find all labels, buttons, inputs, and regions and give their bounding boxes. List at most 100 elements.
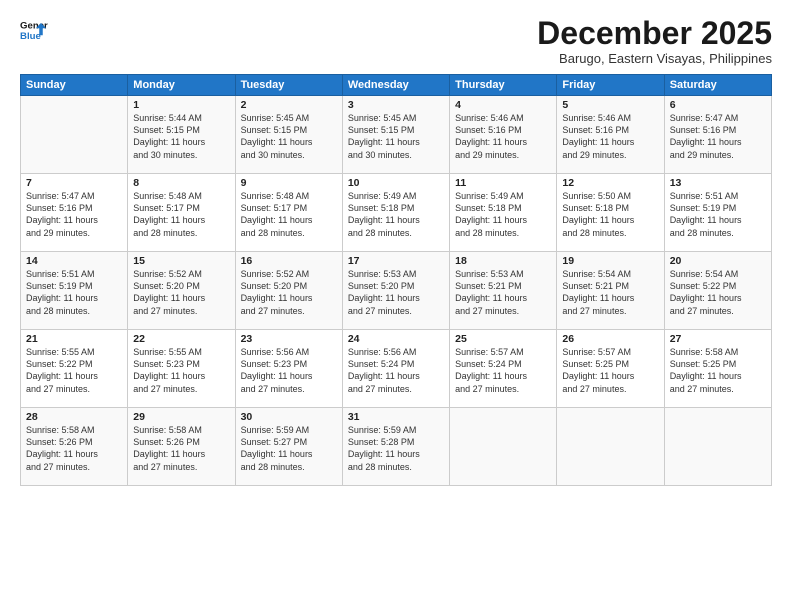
day-number: 29 (133, 411, 229, 423)
calendar-cell: 7Sunrise: 5:47 AM Sunset: 5:16 PM Daylig… (21, 174, 128, 252)
day-number: 6 (670, 99, 766, 111)
day-number: 22 (133, 333, 229, 345)
day-info: Sunrise: 5:52 AM Sunset: 5:20 PM Dayligh… (133, 268, 229, 317)
day-info: Sunrise: 5:51 AM Sunset: 5:19 PM Dayligh… (26, 268, 122, 317)
svg-text:Blue: Blue (20, 31, 41, 42)
calendar-cell: 13Sunrise: 5:51 AM Sunset: 5:19 PM Dayli… (664, 174, 771, 252)
day-info: Sunrise: 5:50 AM Sunset: 5:18 PM Dayligh… (562, 190, 658, 239)
day-info: Sunrise: 5:55 AM Sunset: 5:23 PM Dayligh… (133, 346, 229, 395)
calendar-cell: 27Sunrise: 5:58 AM Sunset: 5:25 PM Dayli… (664, 330, 771, 408)
calendar-cell: 10Sunrise: 5:49 AM Sunset: 5:18 PM Dayli… (342, 174, 449, 252)
day-info: Sunrise: 5:53 AM Sunset: 5:21 PM Dayligh… (455, 268, 551, 317)
day-info: Sunrise: 5:54 AM Sunset: 5:21 PM Dayligh… (562, 268, 658, 317)
calendar-cell: 18Sunrise: 5:53 AM Sunset: 5:21 PM Dayli… (450, 252, 557, 330)
svg-text:General: General (20, 20, 48, 31)
day-info: Sunrise: 5:56 AM Sunset: 5:24 PM Dayligh… (348, 346, 444, 395)
day-info: Sunrise: 5:56 AM Sunset: 5:23 PM Dayligh… (241, 346, 337, 395)
col-wednesday: Wednesday (342, 75, 449, 96)
calendar-cell (21, 96, 128, 174)
day-info: Sunrise: 5:58 AM Sunset: 5:26 PM Dayligh… (26, 424, 122, 473)
day-info: Sunrise: 5:48 AM Sunset: 5:17 PM Dayligh… (241, 190, 337, 239)
calendar-cell: 1Sunrise: 5:44 AM Sunset: 5:15 PM Daylig… (128, 96, 235, 174)
calendar-week-3: 14Sunrise: 5:51 AM Sunset: 5:19 PM Dayli… (21, 252, 772, 330)
calendar-cell: 16Sunrise: 5:52 AM Sunset: 5:20 PM Dayli… (235, 252, 342, 330)
day-info: Sunrise: 5:47 AM Sunset: 5:16 PM Dayligh… (670, 112, 766, 161)
day-number: 31 (348, 411, 444, 423)
day-number: 30 (241, 411, 337, 423)
day-info: Sunrise: 5:54 AM Sunset: 5:22 PM Dayligh… (670, 268, 766, 317)
day-number: 14 (26, 255, 122, 267)
day-number: 15 (133, 255, 229, 267)
col-monday: Monday (128, 75, 235, 96)
day-info: Sunrise: 5:55 AM Sunset: 5:22 PM Dayligh… (26, 346, 122, 395)
day-number: 28 (26, 411, 122, 423)
day-number: 13 (670, 177, 766, 189)
day-number: 3 (348, 99, 444, 111)
day-info: Sunrise: 5:49 AM Sunset: 5:18 PM Dayligh… (455, 190, 551, 239)
day-number: 1 (133, 99, 229, 111)
day-info: Sunrise: 5:59 AM Sunset: 5:28 PM Dayligh… (348, 424, 444, 473)
day-info: Sunrise: 5:57 AM Sunset: 5:25 PM Dayligh… (562, 346, 658, 395)
col-sunday: Sunday (21, 75, 128, 96)
calendar-cell (557, 408, 664, 486)
calendar-cell: 15Sunrise: 5:52 AM Sunset: 5:20 PM Dayli… (128, 252, 235, 330)
day-info: Sunrise: 5:45 AM Sunset: 5:15 PM Dayligh… (241, 112, 337, 161)
day-info: Sunrise: 5:46 AM Sunset: 5:16 PM Dayligh… (562, 112, 658, 161)
calendar-cell: 14Sunrise: 5:51 AM Sunset: 5:19 PM Dayli… (21, 252, 128, 330)
logo-icon: General Blue (20, 16, 48, 44)
calendar-cell: 17Sunrise: 5:53 AM Sunset: 5:20 PM Dayli… (342, 252, 449, 330)
col-saturday: Saturday (664, 75, 771, 96)
day-number: 20 (670, 255, 766, 267)
day-number: 23 (241, 333, 337, 345)
calendar-week-2: 7Sunrise: 5:47 AM Sunset: 5:16 PM Daylig… (21, 174, 772, 252)
calendar-cell: 4Sunrise: 5:46 AM Sunset: 5:16 PM Daylig… (450, 96, 557, 174)
day-info: Sunrise: 5:45 AM Sunset: 5:15 PM Dayligh… (348, 112, 444, 161)
calendar-cell: 11Sunrise: 5:49 AM Sunset: 5:18 PM Dayli… (450, 174, 557, 252)
day-number: 19 (562, 255, 658, 267)
calendar-cell: 2Sunrise: 5:45 AM Sunset: 5:15 PM Daylig… (235, 96, 342, 174)
calendar-cell: 3Sunrise: 5:45 AM Sunset: 5:15 PM Daylig… (342, 96, 449, 174)
col-friday: Friday (557, 75, 664, 96)
page-header: General Blue December 2025 Barugo, Easte… (20, 16, 772, 66)
day-number: 5 (562, 99, 658, 111)
day-number: 4 (455, 99, 551, 111)
calendar-cell: 20Sunrise: 5:54 AM Sunset: 5:22 PM Dayli… (664, 252, 771, 330)
calendar-cell (450, 408, 557, 486)
calendar-cell (664, 408, 771, 486)
day-info: Sunrise: 5:46 AM Sunset: 5:16 PM Dayligh… (455, 112, 551, 161)
calendar-cell: 8Sunrise: 5:48 AM Sunset: 5:17 PM Daylig… (128, 174, 235, 252)
day-number: 21 (26, 333, 122, 345)
day-info: Sunrise: 5:58 AM Sunset: 5:26 PM Dayligh… (133, 424, 229, 473)
calendar-cell: 9Sunrise: 5:48 AM Sunset: 5:17 PM Daylig… (235, 174, 342, 252)
calendar-cell: 23Sunrise: 5:56 AM Sunset: 5:23 PM Dayli… (235, 330, 342, 408)
day-number: 18 (455, 255, 551, 267)
day-info: Sunrise: 5:44 AM Sunset: 5:15 PM Dayligh… (133, 112, 229, 161)
calendar-cell: 28Sunrise: 5:58 AM Sunset: 5:26 PM Dayli… (21, 408, 128, 486)
calendar-cell: 5Sunrise: 5:46 AM Sunset: 5:16 PM Daylig… (557, 96, 664, 174)
day-info: Sunrise: 5:47 AM Sunset: 5:16 PM Dayligh… (26, 190, 122, 239)
col-thursday: Thursday (450, 75, 557, 96)
day-number: 17 (348, 255, 444, 267)
day-number: 2 (241, 99, 337, 111)
day-number: 16 (241, 255, 337, 267)
calendar-cell: 12Sunrise: 5:50 AM Sunset: 5:18 PM Dayli… (557, 174, 664, 252)
day-number: 12 (562, 177, 658, 189)
day-info: Sunrise: 5:58 AM Sunset: 5:25 PM Dayligh… (670, 346, 766, 395)
calendar-week-1: 1Sunrise: 5:44 AM Sunset: 5:15 PM Daylig… (21, 96, 772, 174)
day-number: 27 (670, 333, 766, 345)
day-number: 10 (348, 177, 444, 189)
day-number: 11 (455, 177, 551, 189)
day-info: Sunrise: 5:57 AM Sunset: 5:24 PM Dayligh… (455, 346, 551, 395)
day-info: Sunrise: 5:52 AM Sunset: 5:20 PM Dayligh… (241, 268, 337, 317)
day-info: Sunrise: 5:53 AM Sunset: 5:20 PM Dayligh… (348, 268, 444, 317)
col-tuesday: Tuesday (235, 75, 342, 96)
calendar-cell: 25Sunrise: 5:57 AM Sunset: 5:24 PM Dayli… (450, 330, 557, 408)
calendar-cell: 19Sunrise: 5:54 AM Sunset: 5:21 PM Dayli… (557, 252, 664, 330)
day-number: 7 (26, 177, 122, 189)
calendar-week-5: 28Sunrise: 5:58 AM Sunset: 5:26 PM Dayli… (21, 408, 772, 486)
calendar-week-4: 21Sunrise: 5:55 AM Sunset: 5:22 PM Dayli… (21, 330, 772, 408)
title-block: December 2025 Barugo, Eastern Visayas, P… (537, 16, 772, 66)
calendar-cell: 21Sunrise: 5:55 AM Sunset: 5:22 PM Dayli… (21, 330, 128, 408)
day-number: 9 (241, 177, 337, 189)
logo: General Blue (20, 16, 48, 44)
